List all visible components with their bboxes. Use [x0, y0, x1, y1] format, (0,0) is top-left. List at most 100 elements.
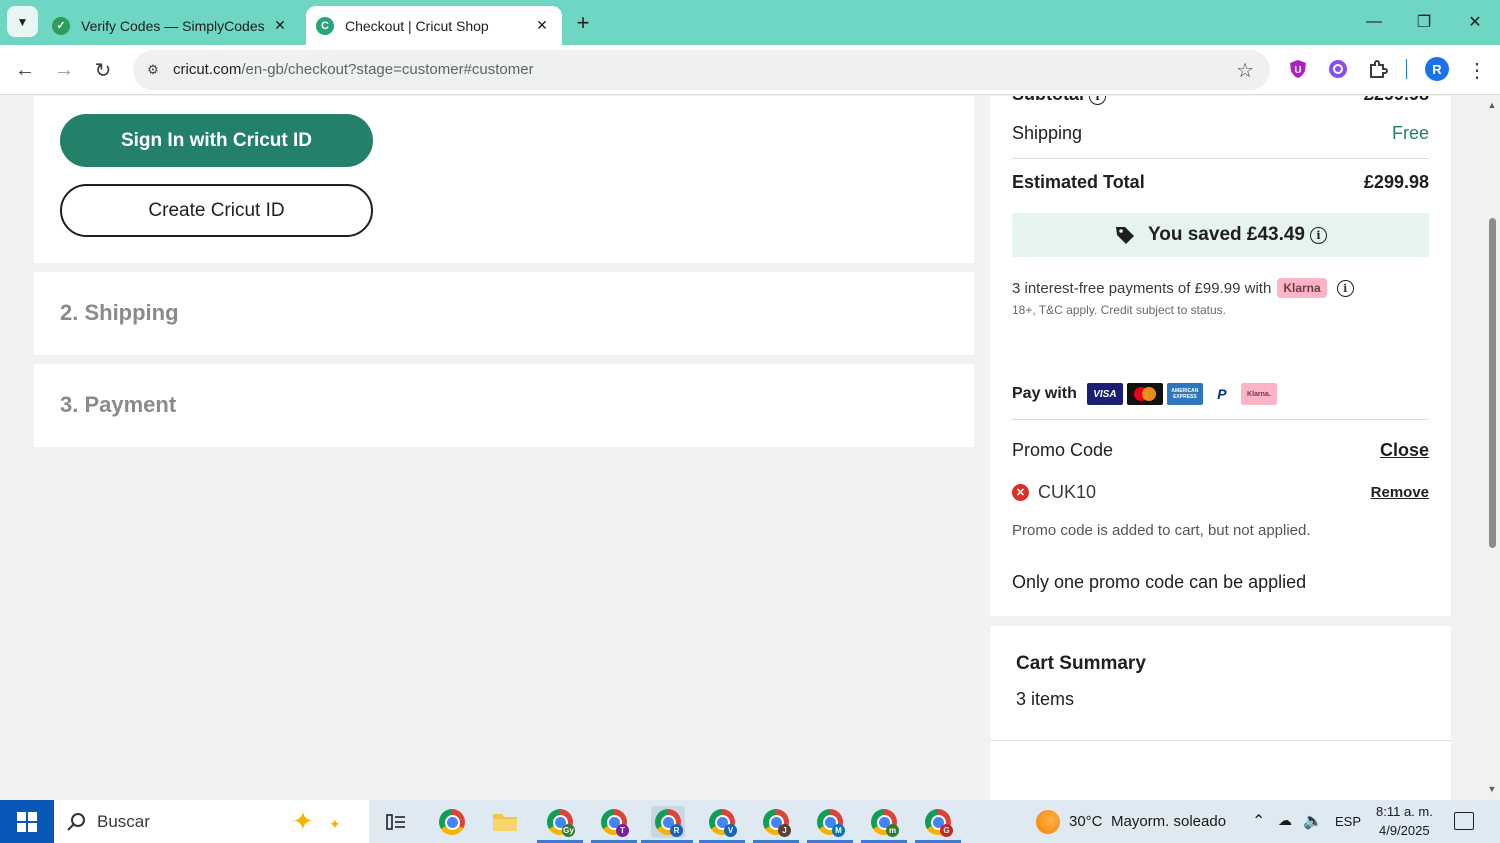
klarna-badge: Klarna	[1277, 278, 1327, 298]
profile-avatar[interactable]: R	[1425, 57, 1449, 81]
tab-cricut-checkout[interactable]: C Checkout | Cricut Shop ✕	[306, 6, 562, 45]
shipping-step-card[interactable]: 2. Shipping	[34, 272, 974, 355]
klarna-logo-icon: Klarna.	[1240, 383, 1277, 405]
promo-warning: Promo code is added to cart, but not app…	[1012, 522, 1311, 539]
promo-header-row: Promo Code Close	[1012, 440, 1429, 461]
divider	[990, 740, 1451, 741]
clock-date[interactable]: 4/9/2025	[1379, 823, 1430, 838]
tab-title: Checkout | Cricut Shop	[345, 17, 489, 34]
chrome-profile-gy-icon[interactable]: Gy	[543, 806, 577, 838]
windows-taskbar: Buscar ✦ ✦ Gy T R V J M m G 30°C Mayorm.…	[0, 800, 1500, 843]
svg-text:U: U	[1294, 65, 1301, 76]
notifications-icon[interactable]	[1454, 812, 1474, 830]
estimated-total-value: £299.98	[1363, 172, 1429, 192]
tab-title: Verify Codes — SimplyCodes	[81, 17, 265, 34]
browser-toolbar: ← → ↻ ⚙ cricut.com/en-gb/checkout?stage=…	[0, 45, 1500, 95]
chrome-profile-t-icon[interactable]: T	[597, 806, 631, 838]
windows-logo-icon	[17, 811, 37, 832]
weather-icon[interactable]	[1036, 810, 1060, 834]
promo-note: Only one promo code can be applied	[1012, 572, 1307, 592]
minimize-icon[interactable]: —	[1354, 6, 1394, 38]
step-shipping: 2. Shipping	[60, 300, 179, 325]
subtotal-value: £299.98	[1364, 96, 1429, 105]
new-tab-button[interactable]: +	[570, 10, 596, 36]
page-scrollbar[interactable]: ▲ ▼	[1484, 96, 1500, 800]
savings-text: You saved £43.49	[1147, 224, 1306, 245]
chrome-profile-m-icon[interactable]: M	[813, 806, 847, 838]
pay-with-row: Pay with VISA AMERICAN EXPRESS P Klarna.	[1012, 383, 1277, 405]
shield-extension-icon[interactable]: U	[1286, 57, 1310, 81]
purple-extension-icon[interactable]	[1326, 57, 1350, 81]
info-icon[interactable]: i	[1089, 96, 1106, 105]
shipping-label: Shipping	[1012, 123, 1083, 143]
weather-description[interactable]: Mayorm. soleado	[1111, 813, 1226, 830]
tab-strip: ▼ ✓ Verify Codes — SimplyCodes ✕ C Check…	[0, 0, 1500, 45]
checkout-page: Sign In with Cricut ID Create Cricut ID …	[0, 96, 1484, 800]
chrome-taskbar-icon[interactable]	[435, 806, 469, 838]
sparkle-small-icon: ✦	[329, 816, 341, 832]
chrome-profile-m2-icon[interactable]: m	[867, 806, 901, 838]
customer-card: Sign In with Cricut ID Create Cricut ID	[34, 96, 974, 263]
savings-banner: You saved £43.49 i	[1012, 213, 1429, 257]
payment-step-card[interactable]: 3. Payment	[34, 364, 974, 447]
promo-remove-link[interactable]: Remove	[1371, 484, 1429, 501]
create-account-button[interactable]: Create Cricut ID	[60, 184, 373, 237]
chevron-up-icon[interactable]: ⌃	[1252, 811, 1265, 831]
site-settings-icon[interactable]: ⚙	[143, 60, 163, 80]
chrome-profile-g-icon[interactable]: G	[921, 806, 955, 838]
taskbar-search[interactable]: Buscar ✦ ✦	[54, 800, 369, 843]
back-arrow-icon[interactable]: ←	[10, 55, 40, 85]
clock-time[interactable]: 8:11 a. m.	[1376, 804, 1433, 819]
info-icon[interactable]: i	[1336, 279, 1354, 297]
input-language[interactable]: ESP	[1335, 814, 1361, 829]
scroll-down-icon[interactable]: ▼	[1487, 784, 1497, 794]
restore-icon[interactable]: ❐	[1404, 6, 1444, 38]
chrome-profile-j-icon[interactable]: J	[759, 806, 793, 838]
scroll-thumb[interactable]	[1489, 218, 1496, 548]
info-icon[interactable]: i	[1310, 226, 1328, 244]
start-button[interactable]	[0, 800, 54, 843]
sparkle-icon: ✦	[292, 806, 314, 836]
sign-in-button[interactable]: Sign In with Cricut ID	[60, 114, 373, 167]
toolbar-divider	[1406, 59, 1407, 79]
cart-summary-title: Cart Summary	[1016, 653, 1146, 674]
klarna-text: 3 interest-free payments of £99.99 with	[1012, 279, 1272, 297]
step-payment: 3. Payment	[60, 392, 177, 417]
shipping-value: Free	[1391, 123, 1429, 143]
close-tab-icon[interactable]: ✕	[270, 16, 290, 36]
tab-simplycodes[interactable]: ✓ Verify Codes — SimplyCodes ✕	[44, 6, 300, 45]
paypal-logo-icon: P	[1206, 383, 1237, 405]
search-placeholder: Buscar	[97, 812, 150, 831]
pay-with-label: Pay with	[1012, 385, 1077, 402]
puzzle-extensions-icon[interactable]	[1366, 57, 1390, 81]
file-explorer-icon[interactable]	[488, 806, 522, 838]
promo-close-link[interactable]: Close	[1380, 440, 1429, 461]
url-text[interactable]: cricut.com/en-gb/checkout?stage=customer…	[173, 61, 534, 78]
close-tab-icon[interactable]: ✕	[532, 16, 552, 36]
subtotal-row: Subtotal i £299.98	[1012, 96, 1429, 105]
forward-arrow-icon[interactable]: →	[49, 55, 79, 85]
volume-icon[interactable]: 🔈	[1303, 811, 1323, 831]
search-icon	[67, 813, 85, 831]
amex-logo-icon: AMERICAN EXPRESS	[1166, 383, 1203, 405]
window-close-icon[interactable]: ✕	[1455, 6, 1495, 38]
address-bar[interactable]: ⚙ cricut.com/en-gb/checkout?stage=custom…	[133, 50, 1270, 90]
scroll-up-icon[interactable]: ▲	[1487, 100, 1497, 110]
order-summary-card: Subtotal i £299.98 Shipping Free Estimate…	[990, 96, 1451, 616]
onedrive-icon[interactable]: ☁	[1278, 812, 1292, 829]
reload-icon[interactable]: ↻	[88, 55, 118, 85]
promo-code-label: Promo Code	[1012, 440, 1114, 460]
task-view-icon[interactable]	[379, 806, 413, 838]
applied-promo-row: ✕ CUK10 Remove	[1012, 482, 1429, 503]
simplycodes-favicon-icon: ✓	[52, 16, 70, 35]
cricut-favicon-icon: C	[316, 16, 334, 35]
weather-temp[interactable]: 30°C	[1069, 813, 1103, 830]
bookmark-star-icon[interactable]: ☆	[1236, 58, 1254, 83]
chevron-down-icon: ▼	[16, 14, 29, 29]
tab-search-button[interactable]: ▼	[7, 6, 38, 37]
chrome-profile-r-icon[interactable]: R	[651, 806, 685, 838]
chrome-profile-v-icon[interactable]: V	[705, 806, 739, 838]
browser-menu-icon[interactable]: ⋮	[1462, 55, 1492, 85]
divider	[1012, 158, 1429, 159]
mastercard-logo-icon	[1126, 383, 1163, 405]
